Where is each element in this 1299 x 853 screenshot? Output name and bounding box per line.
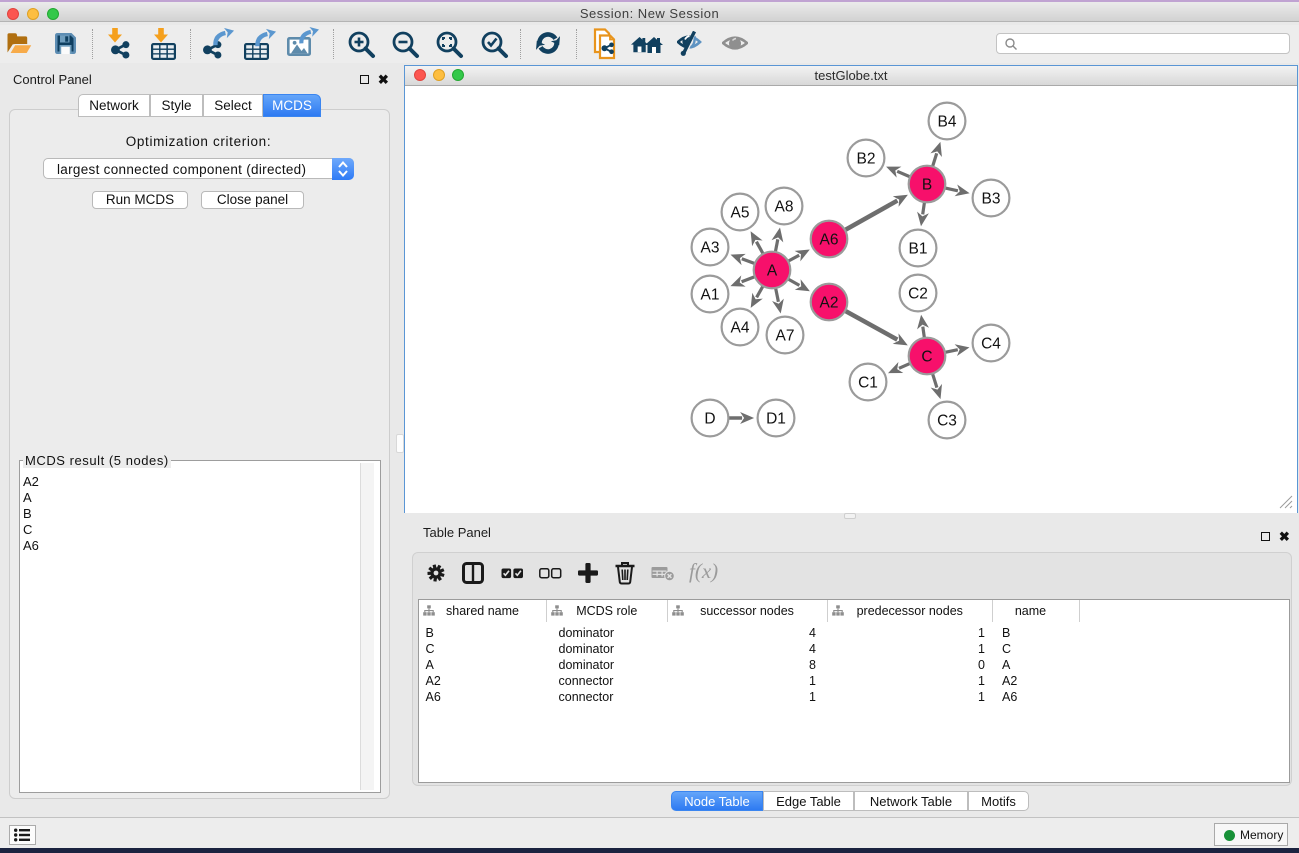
svg-text:C2: C2 (908, 286, 928, 303)
svg-text:B2: B2 (857, 151, 876, 168)
svg-text:A5: A5 (731, 205, 750, 222)
svg-text:A2: A2 (820, 295, 839, 312)
svg-text:D1: D1 (766, 411, 786, 428)
svg-text:A3: A3 (701, 240, 720, 257)
svg-text:B4: B4 (938, 114, 957, 131)
svg-text:A1: A1 (701, 287, 720, 304)
svg-text:B3: B3 (982, 191, 1001, 208)
svg-text:C3: C3 (937, 413, 957, 430)
svg-text:B1: B1 (909, 241, 928, 258)
svg-text:B: B (922, 177, 932, 194)
svg-text:D: D (704, 411, 715, 428)
svg-text:A6: A6 (820, 232, 839, 249)
svg-text:A7: A7 (776, 328, 795, 345)
svg-text:A4: A4 (731, 320, 750, 337)
svg-text:C1: C1 (858, 375, 878, 392)
svg-text:A: A (767, 263, 778, 280)
svg-text:C: C (921, 349, 932, 366)
svg-text:A8: A8 (775, 199, 794, 216)
svg-text:C4: C4 (981, 336, 1001, 353)
